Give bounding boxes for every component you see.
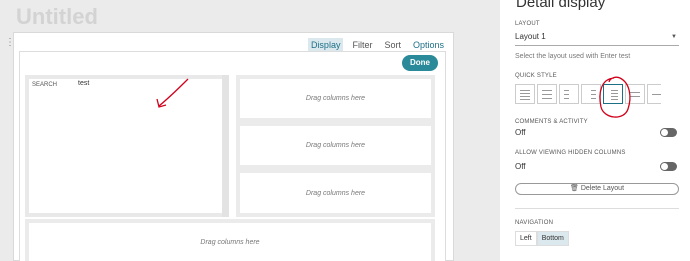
quick-style-1-icon[interactable] <box>515 84 535 104</box>
quick-style-2-icon[interactable] <box>537 84 557 104</box>
tab-filter[interactable]: Filter <box>349 38 375 52</box>
layout-hint: Select the layout used with Enter test <box>515 53 631 60</box>
layout-select-value: Layout 1 <box>515 32 546 41</box>
panel-title: Detail display <box>516 0 606 11</box>
hidden-columns-toggle[interactable] <box>660 162 677 171</box>
trash-icon: 🗑 <box>569 185 579 192</box>
divider <box>515 208 679 209</box>
delete-layout-button[interactable]: 🗑 Delete Layout <box>515 183 679 195</box>
drop-zone-1[interactable]: Drag columns here <box>236 75 435 122</box>
layout-canvas: Done SEARCH test Drag columns here Drag … <box>19 51 446 261</box>
drop-zone-2[interactable]: Drag columns here <box>236 122 435 169</box>
drop-zone-label: Drag columns here <box>305 142 366 149</box>
chevron-down-icon: ▼ <box>671 34 677 40</box>
delete-layout-label: Delete Layout <box>580 185 625 192</box>
hidden-columns-state: Off <box>515 162 526 171</box>
editor-tabs: Display Filter Sort Options <box>307 38 447 52</box>
drop-zone-bottom[interactable]: Drag columns here <box>25 219 435 261</box>
comments-heading: COMMENTS & ACTIVITY <box>515 119 588 125</box>
nav-option-bottom[interactable]: Bottom <box>536 231 569 246</box>
quick-style-3-icon[interactable] <box>559 84 579 104</box>
drop-zone-label: Drag columns here <box>200 239 260 246</box>
done-button[interactable]: Done <box>402 55 438 71</box>
quick-style-options <box>515 84 661 104</box>
detail-display-panel: Detail display LAYOUT Layout 1 ▼ Select … <box>500 0 690 261</box>
layout-heading: LAYOUT <box>515 21 540 27</box>
tab-sort[interactable]: Sort <box>381 38 404 52</box>
tab-display[interactable]: Display <box>307 38 344 52</box>
search-field-value: test <box>78 80 90 87</box>
quick-style-heading: QUICK STYLE <box>515 73 557 79</box>
annotation-arrow-icon <box>156 78 189 108</box>
page-title: Untitled <box>16 4 98 29</box>
comments-state: Off <box>515 128 526 137</box>
drop-zone-3[interactable]: Drag columns here <box>236 169 435 217</box>
drag-handle-icon[interactable]: ⋮ <box>5 38 15 48</box>
hidden-columns-heading: ALLOW VIEWING HIDDEN COLUMNS <box>515 150 626 156</box>
search-field-label: SEARCH <box>32 82 58 88</box>
tab-options[interactable]: Options <box>410 38 447 52</box>
annotation-circle-icon <box>599 76 631 118</box>
layout-select[interactable]: Layout 1 ▼ <box>515 32 679 46</box>
nav-option-left[interactable]: Left <box>515 231 537 246</box>
column-scrollbar[interactable] <box>222 75 229 217</box>
comments-toggle[interactable] <box>660 128 677 137</box>
layout-editor-card: Display Filter Sort Options Done SEARCH … <box>13 32 454 261</box>
drop-zone-label: Drag columns here <box>305 189 366 197</box>
navigation-options: Left Bottom <box>515 231 569 246</box>
quick-style-7-icon[interactable] <box>647 84 661 104</box>
drop-zone-label: Drag columns here <box>305 95 366 102</box>
navigation-heading: NAVIGATION <box>515 220 554 226</box>
